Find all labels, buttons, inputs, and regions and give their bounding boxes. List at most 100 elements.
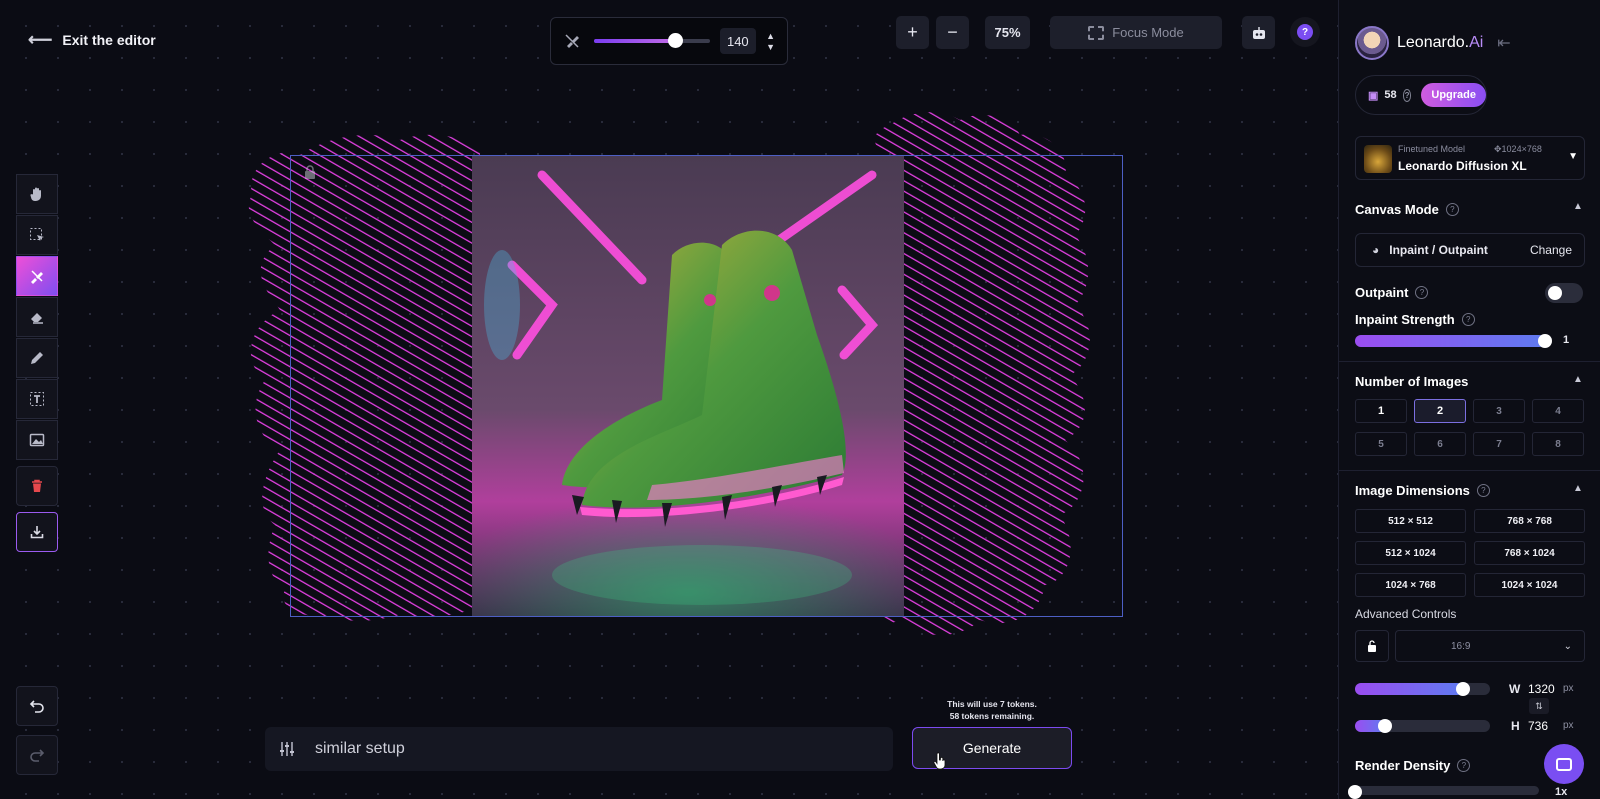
generation-frame[interactable] — [290, 155, 1123, 617]
step-down-icon[interactable]: ▼ — [766, 42, 775, 52]
number-of-images-option[interactable]: 2 — [1414, 399, 1466, 423]
render-density-title: Render Density — [1355, 758, 1451, 773]
chat-icon — [1556, 757, 1572, 771]
collapse-panel-icon[interactable]: ⇤ — [1497, 33, 1510, 53]
dimension-option[interactable]: 768 × 1024 — [1474, 541, 1585, 565]
eraser-tool-button[interactable] — [16, 297, 58, 337]
selection-icon — [30, 228, 44, 241]
zoom-level[interactable]: 75% — [985, 16, 1030, 49]
slider-thumb[interactable] — [1538, 334, 1552, 348]
mask-brush-tool-button[interactable] — [16, 256, 58, 296]
slider-thumb[interactable] — [1377, 719, 1392, 733]
text-tool-button[interactable] — [16, 379, 58, 419]
height-value[interactable]: 736 — [1528, 719, 1548, 733]
number-of-images-option[interactable]: 8 — [1532, 432, 1584, 456]
advanced-controls-title: Advanced Controls — [1355, 607, 1457, 621]
redo-icon — [30, 749, 45, 762]
number-of-images-option[interactable]: 3 — [1473, 399, 1525, 423]
number-of-images-option[interactable]: 7 — [1473, 432, 1525, 456]
swap-dimensions-icon[interactable]: ⇅ — [1529, 698, 1549, 714]
question-icon: ? — [1297, 24, 1313, 40]
redo-button[interactable] — [16, 735, 58, 775]
focus-mode-label: Focus Mode — [1112, 25, 1184, 40]
text-frame-icon — [30, 392, 44, 406]
hand-icon — [30, 187, 41, 202]
dimension-option[interactable]: 1024 × 768 — [1355, 573, 1466, 597]
chevron-up-icon[interactable]: ▲ — [1573, 483, 1583, 494]
focus-mode-button[interactable]: Focus Mode — [1050, 16, 1222, 49]
chat-support-button[interactable] — [1544, 744, 1584, 784]
prompt-input[interactable]: similar setup — [315, 740, 405, 758]
palette-icon: ◕ — [1372, 243, 1380, 257]
focus-frame-icon — [1088, 25, 1105, 40]
dimension-option[interactable]: 1024 × 1024 — [1474, 573, 1585, 597]
zoom-in-button[interactable]: + — [896, 16, 929, 49]
width-value[interactable]: 1320 — [1528, 682, 1555, 696]
slider-thumb[interactable] — [1348, 785, 1362, 799]
delete-button[interactable] — [16, 466, 58, 506]
number-of-images-option[interactable]: 1 — [1355, 399, 1407, 423]
step-up-icon[interactable]: ▲ — [766, 31, 775, 41]
avatar[interactable] — [1355, 26, 1389, 60]
model-dims: ✥1024×768 — [1494, 144, 1542, 154]
chevron-up-icon[interactable]: ▲ — [1573, 201, 1583, 212]
dimension-option[interactable]: 512 × 512 — [1355, 509, 1466, 533]
dimension-option[interactable]: 768 × 768 — [1474, 509, 1585, 533]
aspect-ratio-select[interactable]: 16:9 ⌄ — [1395, 630, 1585, 662]
brush-size-slider[interactable] — [594, 33, 710, 48]
lock-icon[interactable] — [302, 165, 318, 179]
render-density-slider[interactable] — [1348, 785, 1539, 799]
help-circle-icon[interactable]: ? — [1445, 203, 1459, 216]
brand-name-suffix: Ai — [1469, 34, 1484, 51]
exit-editor-label: Exit the editor — [62, 32, 156, 48]
pencil-tool-button[interactable] — [16, 338, 58, 378]
slider-fill — [1355, 683, 1463, 695]
height-slider[interactable] — [1355, 719, 1490, 733]
help-button[interactable]: ? — [1290, 17, 1320, 47]
exit-editor-button[interactable]: ⟵ Exit the editor — [28, 30, 156, 50]
width-slider[interactable] — [1355, 682, 1490, 696]
dimension-option[interactable]: 512 × 1024 — [1355, 541, 1466, 565]
undo-button[interactable] — [16, 686, 58, 726]
slider-fill — [1355, 335, 1545, 347]
upgrade-button[interactable]: Upgrade — [1421, 83, 1486, 107]
section-divider — [1339, 470, 1600, 471]
chevron-up-icon[interactable]: ▲ — [1573, 374, 1583, 385]
brush-size-stepper[interactable]: ▲ ▼ — [766, 31, 775, 52]
model-name: Leonardo Diffusion XL — [1398, 159, 1527, 173]
image-upload-tool-button[interactable] — [16, 420, 58, 460]
number-of-images-option[interactable]: 6 — [1414, 432, 1466, 456]
aspect-lock-button[interactable] — [1355, 630, 1389, 662]
help-circle-icon[interactable]: ? — [1402, 88, 1412, 102]
help-circle-icon[interactable]: ? — [1476, 484, 1490, 497]
brand-name-main: Leonardo. — [1397, 34, 1470, 51]
model-selector[interactable]: Finetuned Model ✥1024×768 Leonardo Diffu… — [1355, 136, 1585, 180]
help-circle-icon[interactable]: ? — [1415, 286, 1429, 299]
prompt-bar[interactable]: similar setup — [265, 727, 893, 771]
number-of-images-option[interactable]: 5 — [1355, 432, 1407, 456]
slider-thumb[interactable] — [1456, 682, 1470, 696]
settings-sliders-icon[interactable] — [279, 741, 295, 757]
canvas-mode-title: Canvas Mode — [1355, 202, 1439, 217]
outpaint-heading: Outpaint ? — [1355, 285, 1429, 300]
brush-icon — [563, 32, 580, 50]
model-dims-value: 1024×768 — [1501, 144, 1542, 154]
help-circle-icon[interactable]: ? — [1461, 313, 1475, 326]
token-cost-note: This will use 7 tokens. 58 tokens remain… — [912, 698, 1072, 722]
brush-size-value[interactable]: 140 — [719, 28, 757, 54]
outpaint-toggle[interactable] — [1545, 283, 1583, 303]
caret-down-icon: ▼ — [1568, 151, 1578, 162]
inpaint-strength-slider[interactable] — [1355, 334, 1552, 348]
download-button[interactable] — [16, 512, 58, 552]
brush-size-thumb[interactable] — [667, 33, 683, 48]
change-mode-button[interactable]: Change — [1530, 243, 1572, 257]
select-tool-button[interactable] — [16, 215, 58, 255]
bot-button[interactable] — [1242, 16, 1275, 49]
brand: Leonardo.Ai ⇤ — [1355, 26, 1511, 60]
pan-tool-button[interactable] — [16, 174, 58, 214]
help-circle-icon[interactable]: ? — [1457, 759, 1471, 772]
zoom-out-button[interactable]: − — [936, 16, 969, 49]
number-of-images-option[interactable]: 4 — [1532, 399, 1584, 423]
canvas-mode-box: ◕ Inpaint / Outpaint Change — [1355, 233, 1585, 267]
model-thumbnail — [1364, 145, 1392, 173]
